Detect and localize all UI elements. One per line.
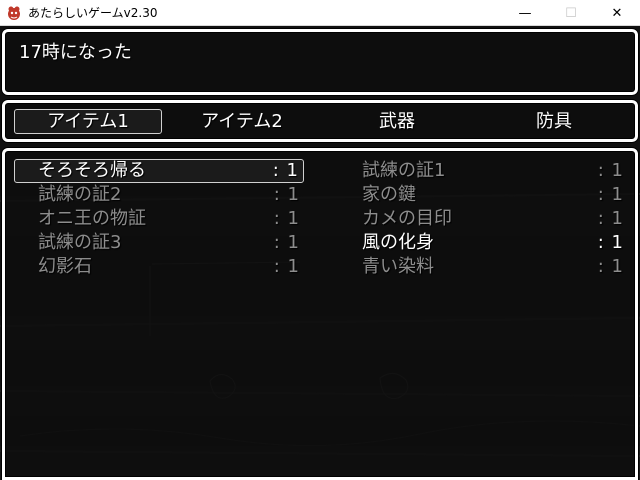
title-bar: あたらしいゲームv2.30 — ☐ ✕ bbox=[0, 0, 640, 26]
item-name: 幻影石 bbox=[38, 256, 92, 277]
item-name: 風の化身 bbox=[362, 232, 434, 253]
maximize-button[interactable]: ☐ bbox=[548, 0, 594, 26]
item-list-window: そろそろ帰る : 1 試練の証1 : 1 試練の証2 : 1 家の鍵 : 1 オ… bbox=[2, 148, 638, 480]
tab-armor-label: 防具 bbox=[536, 111, 572, 132]
tab-item1[interactable]: アイテム1 bbox=[14, 109, 162, 134]
item-count: : 1 bbox=[597, 232, 624, 253]
game-screen: 17時になった アイテム1 アイテム2 武器 防具 そろそろ帰る : 1 試練の… bbox=[0, 26, 640, 480]
tab-item2[interactable]: アイテム2 bbox=[168, 109, 316, 134]
item-count: : 1 bbox=[272, 160, 299, 181]
tab-armor[interactable]: 防具 bbox=[480, 109, 628, 134]
item-count: : 1 bbox=[273, 208, 300, 229]
close-icon: ✕ bbox=[611, 5, 623, 21]
list-item[interactable]: 幻影石 : 1 bbox=[14, 255, 304, 279]
list-item[interactable]: カメの目印 : 1 bbox=[338, 207, 628, 231]
message-text: 17時になった bbox=[19, 42, 132, 63]
list-item[interactable]: オニ王の物証 : 1 bbox=[14, 207, 304, 231]
list-item[interactable]: 試練の証3 : 1 bbox=[14, 231, 304, 255]
window-title: あたらしいゲームv2.30 bbox=[28, 6, 158, 20]
list-item[interactable]: 試練の証1 : 1 bbox=[338, 159, 628, 183]
list-item[interactable]: 試練の証2 : 1 bbox=[14, 183, 304, 207]
item-count: : 1 bbox=[597, 208, 624, 229]
category-window: アイテム1 アイテム2 武器 防具 bbox=[2, 100, 638, 142]
item-name: 家の鍵 bbox=[362, 184, 416, 205]
item-count: : 1 bbox=[597, 184, 624, 205]
item-name: オニ王の物証 bbox=[38, 208, 146, 229]
item-name: 試練の証2 bbox=[38, 184, 122, 205]
message-window: 17時になった bbox=[2, 29, 638, 95]
list-item[interactable]: 青い染料 : 1 bbox=[338, 255, 628, 279]
tab-item2-label: アイテム2 bbox=[201, 111, 283, 132]
item-count: : 1 bbox=[597, 256, 624, 277]
minimize-icon: — bbox=[518, 5, 532, 21]
item-name: 青い染料 bbox=[362, 256, 434, 277]
list-item[interactable]: そろそろ帰る : 1 bbox=[14, 159, 304, 183]
item-name: そろそろ帰る bbox=[38, 160, 146, 181]
app-icon bbox=[8, 6, 20, 20]
item-count: : 1 bbox=[597, 160, 624, 181]
item-name: 試練の証1 bbox=[362, 160, 446, 181]
tab-weapons[interactable]: 武器 bbox=[323, 109, 471, 134]
close-button[interactable]: ✕ bbox=[594, 0, 640, 26]
item-count: : 1 bbox=[273, 184, 300, 205]
tab-weapons-label: 武器 bbox=[379, 111, 415, 132]
minimize-button[interactable]: — bbox=[502, 0, 548, 26]
tab-item1-label: アイテム1 bbox=[47, 111, 129, 132]
item-count: : 1 bbox=[273, 232, 300, 253]
item-name: 試練の証3 bbox=[38, 232, 122, 253]
list-item[interactable]: 風の化身 : 1 bbox=[338, 231, 628, 255]
item-name: カメの目印 bbox=[362, 208, 452, 229]
maximize-icon: ☐ bbox=[565, 5, 577, 21]
list-item[interactable]: 家の鍵 : 1 bbox=[338, 183, 628, 207]
item-count: : 1 bbox=[273, 256, 300, 277]
